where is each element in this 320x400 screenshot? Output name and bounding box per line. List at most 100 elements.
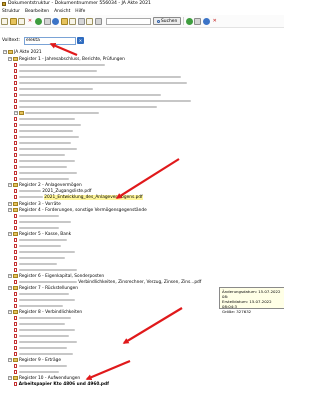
- search-icon: [157, 19, 160, 23]
- pdf-icon: [14, 303, 18, 309]
- collapse-icon[interactable]: [43, 17, 51, 25]
- redacted-text: [18, 159, 75, 163]
- redacted-text: [18, 87, 93, 91]
- tree-document-row[interactable]: Arbeitspapier Kto 4806 und 4960.pdf: [14, 381, 109, 387]
- menu-ansicht[interactable]: Ansicht: [54, 9, 70, 14]
- toolbar: ✕ Suchen ✕: [0, 15, 284, 28]
- help-icon[interactable]: [202, 17, 210, 25]
- move-down-icon[interactable]: [69, 17, 76, 25]
- expand-icon[interactable]: [52, 17, 59, 25]
- document-label: 2021_Zugangsliste.pdf: [42, 188, 92, 194]
- menu-struktur[interactable]: Struktur: [2, 9, 20, 14]
- folder-label: Register 1 - Jahresabschluss, Berichte, …: [19, 56, 125, 62]
- scan-icon[interactable]: [86, 17, 93, 25]
- tooltip-changed-date: Änderungsdatum: 15.07.2022 08:: [222, 289, 281, 299]
- redacted-text: [18, 244, 61, 248]
- pdf-icon: [14, 92, 18, 98]
- pdf-icon: [14, 279, 18, 285]
- expand-toggle-icon[interactable]: −: [8, 358, 12, 362]
- new-document-icon[interactable]: [1, 17, 8, 25]
- expand-toggle-icon[interactable]: −: [8, 232, 12, 236]
- redacted-text: [18, 346, 67, 350]
- menu-hilfe[interactable]: Hilfe: [75, 9, 85, 14]
- redacted-text: [18, 141, 71, 145]
- redacted-text: [18, 99, 191, 103]
- expand-toggle-icon[interactable]: −: [8, 286, 12, 290]
- tree-folder-row[interactable]: − JA Akte 2021: [3, 49, 42, 55]
- pdf-icon: [14, 194, 18, 200]
- redacted-text: [18, 123, 81, 127]
- folder-icon: [12, 232, 18, 236]
- pdf-icon: [14, 225, 18, 231]
- refresh-icon[interactable]: [35, 17, 42, 25]
- redacted-text: [18, 165, 67, 169]
- document-label: Arbeitspapier Kto 4806 und 4960.pdf: [18, 381, 109, 387]
- redacted-text: [18, 256, 65, 260]
- expand-toggle-icon[interactable]: −: [8, 310, 12, 314]
- pdf-icon: [14, 188, 18, 194]
- pdf-icon: [14, 267, 18, 273]
- folder-label: Register 4 - Forderungen, sonstige Vermö…: [19, 207, 147, 213]
- info-icon[interactable]: [185, 17, 193, 25]
- folder-label: Register 2 - Anlagevermögen: [19, 182, 82, 188]
- redacted-text: [18, 364, 67, 368]
- redacted-text: [18, 153, 65, 157]
- expand-toggle-icon[interactable]: −: [8, 208, 12, 212]
- redacted-text: [18, 117, 75, 121]
- expand-toggle-icon[interactable]: −: [8, 376, 12, 380]
- expand-toggle-icon[interactable]: −: [3, 50, 7, 54]
- file-info-tooltip: Änderungsdatum: 15.07.2022 08: Erstellda…: [219, 287, 284, 314]
- pdf-icon: [14, 170, 18, 176]
- clear-search-icon[interactable]: ✕: [76, 37, 84, 44]
- folder-label: JA Akte 2021: [14, 49, 42, 55]
- expand-toggle-icon[interactable]: −: [8, 183, 12, 187]
- search-scope-select[interactable]: [106, 17, 151, 25]
- pdf-icon: [14, 381, 18, 387]
- tree-document-row[interactable]: 2021_Entwicklung_des_Anlagevermögens.pdf: [14, 194, 143, 200]
- pdf-icon: [14, 333, 18, 339]
- redacted-text: [18, 214, 59, 218]
- print-icon[interactable]: [94, 17, 102, 25]
- redacted-text: [18, 105, 157, 109]
- document-tree: − JA Akte 2021− Register 1 - Jahresabschlu…: [0, 48, 284, 400]
- pdf-icon: [14, 116, 18, 122]
- move-up-icon[interactable]: [60, 17, 68, 25]
- redacted-text: [18, 81, 187, 85]
- pdf-icon: [14, 146, 18, 152]
- expand-toggle-icon[interactable]: −: [14, 111, 18, 115]
- properties-icon[interactable]: [77, 17, 85, 25]
- stop-icon[interactable]: ✕: [211, 18, 218, 25]
- folder-icon: [12, 183, 18, 187]
- fulltext-input[interactable]: [23, 36, 76, 45]
- app-icon: [2, 1, 6, 6]
- pdf-icon: [14, 351, 18, 357]
- add-icon[interactable]: [18, 17, 25, 25]
- search-button-label: Suchen: [161, 18, 178, 24]
- pdf-icon: [14, 339, 18, 345]
- expand-toggle-icon[interactable]: −: [8, 274, 12, 278]
- pdf-icon: [14, 255, 18, 261]
- expand-toggle-icon[interactable]: −: [8, 57, 12, 61]
- pdf-icon: [14, 327, 18, 333]
- pdf-icon: [14, 122, 18, 128]
- pdf-icon: [14, 369, 18, 375]
- settings-icon[interactable]: [194, 17, 202, 25]
- menu-bar: Struktur Bearbeiten Ansicht Hilfe: [0, 8, 284, 14]
- menu-bearbeiten[interactable]: Bearbeiten: [25, 9, 49, 14]
- redacted-text: [18, 352, 73, 356]
- search-button[interactable]: Suchen: [153, 17, 182, 25]
- pdf-icon: [14, 176, 18, 182]
- folder-label: Register 8 - Verbindlichkeiten: [19, 309, 83, 315]
- tooltip-size: Größe: 327632: [222, 309, 252, 314]
- pdf-icon: [14, 315, 18, 321]
- toolbar-separator: [183, 17, 184, 25]
- pdf-icon: [14, 86, 18, 92]
- delete-icon[interactable]: ✕: [27, 18, 34, 25]
- pdf-icon: [14, 261, 18, 267]
- folder-label: Register 3 - Vorräte: [19, 201, 61, 207]
- expand-toggle-icon[interactable]: −: [8, 202, 12, 206]
- open-folder-icon[interactable]: [9, 17, 17, 25]
- redacted-text: [18, 129, 73, 133]
- pdf-icon: [14, 321, 18, 327]
- pdf-icon: [14, 128, 18, 134]
